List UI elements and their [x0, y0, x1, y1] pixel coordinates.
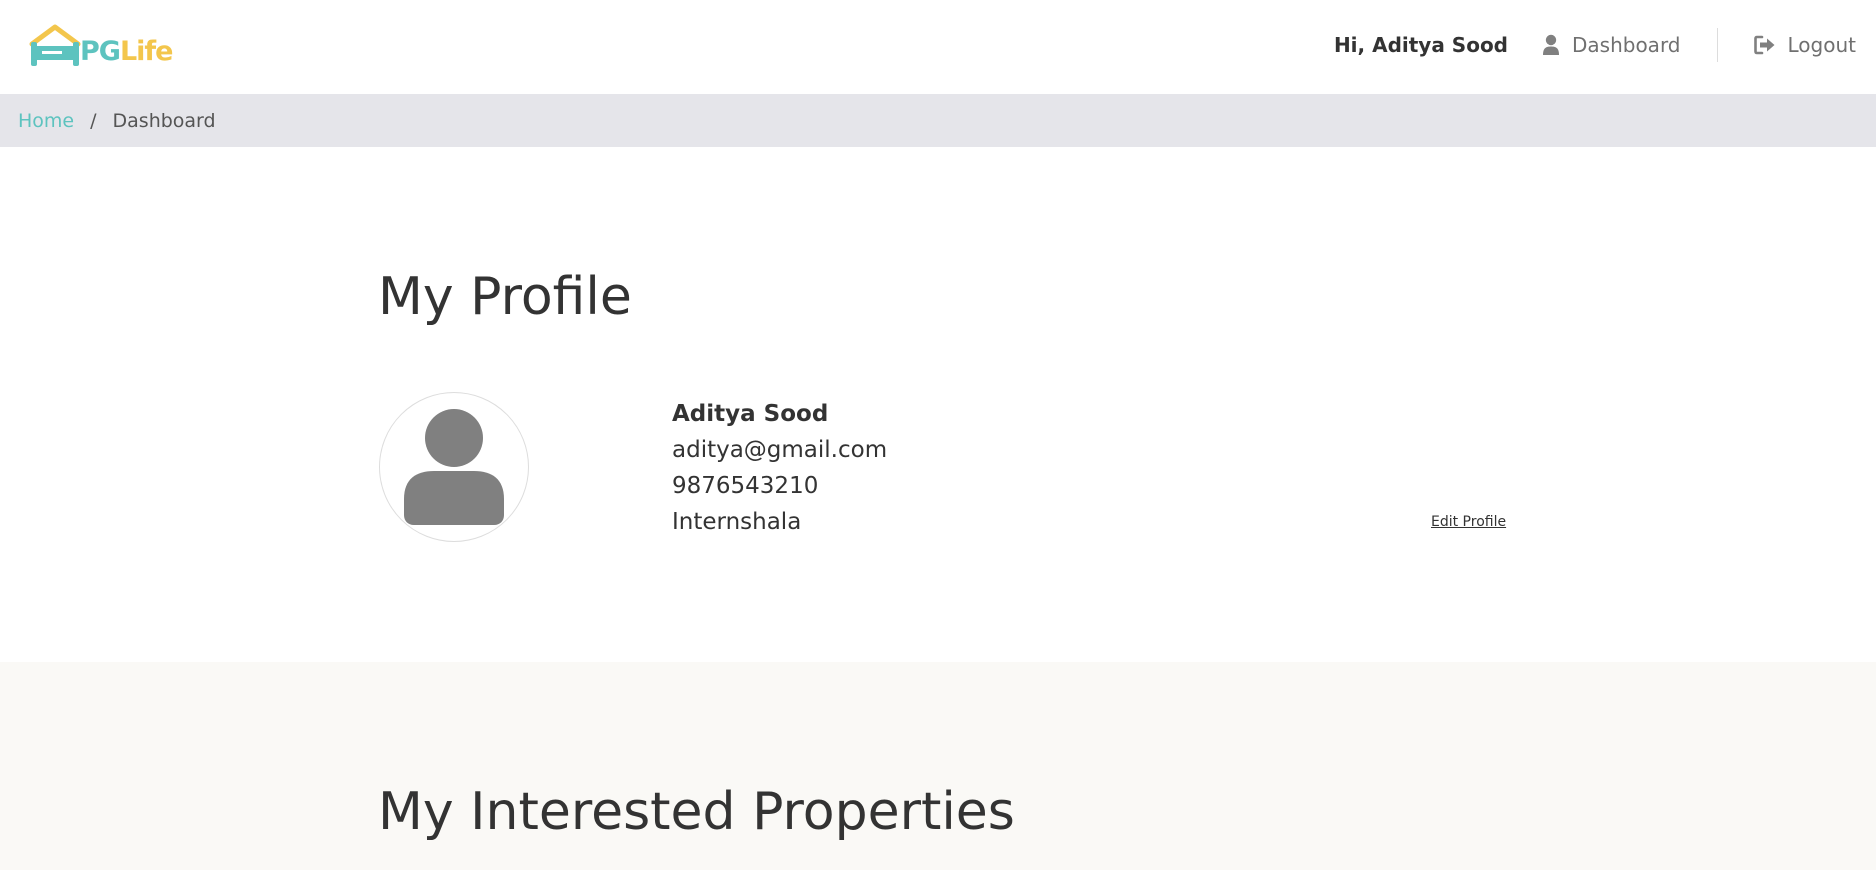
nav-divider — [1716, 28, 1718, 62]
profile-avatar — [379, 392, 529, 542]
edit-profile-link[interactable]: Edit Profile — [1431, 514, 1506, 530]
profile-college: Internshala — [672, 509, 802, 535]
site-header: PGLife Hi, Aditya Sood Dashboard Logout — [0, 0, 1876, 94]
interested-properties-title: My Interested Properties — [378, 782, 1015, 842]
breadcrumb: Home / Dashboard — [0, 94, 1876, 147]
profile-section: My Profile Aditya Sood aditya@gmail.com … — [0, 147, 1876, 662]
profile-phone: 9876543210 — [672, 473, 819, 499]
user-icon — [1543, 34, 1559, 55]
logout-link-label: Logout — [1787, 33, 1856, 57]
sign-out-icon — [1753, 35, 1775, 55]
logout-link[interactable]: Logout — [1753, 33, 1856, 57]
header-nav: Hi, Aditya Sood Dashboard Logout — [1334, 26, 1856, 64]
interested-properties-section: My Interested Properties — [0, 662, 1876, 870]
breadcrumb-home-link[interactable]: Home — [18, 110, 74, 132]
dashboard-link-label: Dashboard — [1572, 33, 1681, 57]
profile-email: aditya@gmail.com — [672, 437, 888, 463]
profile-name: Aditya Sood — [672, 401, 829, 427]
breadcrumb-separator: / — [90, 109, 97, 132]
user-avatar-icon — [404, 409, 504, 525]
house-bed-icon — [29, 24, 81, 66]
profile-details: Aditya Sood aditya@gmail.com 9876543210 … — [672, 396, 887, 540]
dashboard-link[interactable]: Dashboard — [1542, 33, 1681, 57]
site-logo[interactable]: PGLife — [28, 24, 178, 70]
logo-text-pg: PG — [80, 36, 121, 67]
profile-title: My Profile — [378, 267, 632, 327]
breadcrumb-current: Dashboard — [112, 109, 216, 132]
logo-text-life: Life — [119, 36, 174, 67]
logo-wordmark: PGLife — [80, 36, 174, 67]
user-greeting: Hi, Aditya Sood — [1333, 33, 1508, 57]
